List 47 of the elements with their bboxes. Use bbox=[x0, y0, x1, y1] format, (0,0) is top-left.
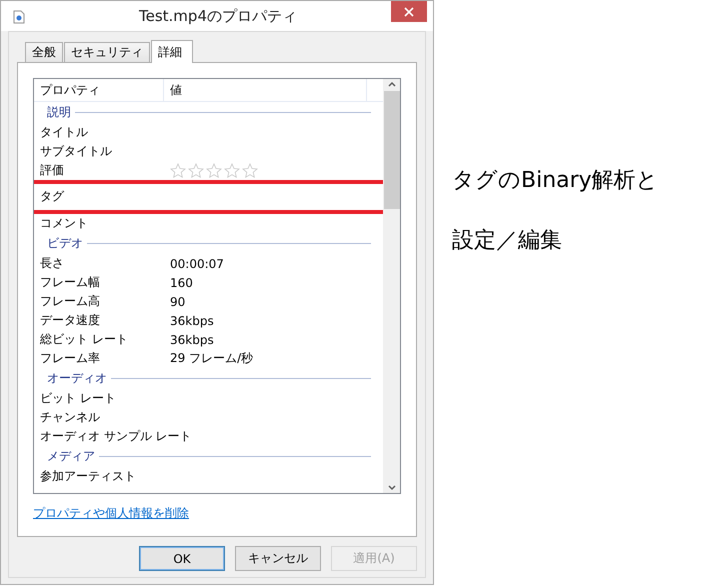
tab[interactable]: 全般 bbox=[25, 42, 63, 62]
tab[interactable]: セキュリティ bbox=[64, 42, 150, 62]
column-header[interactable]: プロパティ bbox=[34, 79, 164, 101]
property-value: 36kbps bbox=[170, 332, 214, 346]
star-icon bbox=[224, 163, 240, 178]
annotation-text: タグのBinary解析と bbox=[452, 167, 659, 195]
star-icon bbox=[242, 163, 258, 178]
property-name: フレーム幅 bbox=[40, 274, 101, 291]
star-icon bbox=[206, 163, 222, 178]
group-heading: ビデオ bbox=[47, 235, 84, 252]
property-name: サブタイトル bbox=[40, 143, 113, 160]
file-icon bbox=[13, 10, 25, 24]
property-name: フレーム高 bbox=[40, 293, 101, 310]
property-name: フレーム率 bbox=[40, 350, 101, 367]
property-name: タグ bbox=[40, 188, 66, 205]
property-name: チャンネル bbox=[40, 409, 101, 426]
property-name: データ速度 bbox=[40, 312, 101, 329]
star-icon bbox=[188, 163, 204, 178]
rating-stars[interactable] bbox=[170, 163, 258, 178]
annotation-text: 設定／編集 bbox=[452, 227, 563, 255]
close-icon bbox=[404, 6, 414, 16]
close-button[interactable] bbox=[391, 1, 427, 22]
scroll-thumb[interactable] bbox=[384, 91, 400, 209]
property-name: 評価 bbox=[40, 162, 65, 179]
star-icon bbox=[170, 163, 186, 178]
property-name: タイトル bbox=[40, 124, 89, 141]
property-value: 90 bbox=[170, 294, 186, 308]
property-name: オーディオ サンプル レート bbox=[40, 428, 192, 445]
remove-properties-link[interactable]: プロパティや個人情報を削除 bbox=[33, 505, 189, 522]
dialog-button[interactable]: キャンセル bbox=[235, 546, 321, 571]
tab[interactable]: 詳細 bbox=[151, 40, 193, 63]
window-title: Test.mp4のプロパティ bbox=[138, 6, 298, 26]
property-name: ビット レート bbox=[40, 390, 117, 407]
property-name: 総ビット レート bbox=[40, 331, 129, 348]
property-value: 29 フレーム/秒 bbox=[170, 350, 254, 367]
group-heading: メディア bbox=[47, 448, 96, 465]
property-name: コメント bbox=[40, 215, 89, 232]
property-value: 00:00:07 bbox=[170, 256, 224, 270]
property-value: 160 bbox=[170, 276, 193, 290]
dialog-button[interactable]: OK bbox=[139, 546, 225, 571]
column-header[interactable]: 値 bbox=[164, 79, 367, 101]
property-name: 参加アーティスト bbox=[40, 468, 137, 485]
scrollbar[interactable] bbox=[383, 79, 400, 493]
group-heading: オーディオ bbox=[47, 370, 108, 387]
property-name: 長さ bbox=[40, 255, 65, 272]
property-value: 36kbps bbox=[170, 314, 214, 328]
group-heading: 説明 bbox=[47, 104, 72, 121]
